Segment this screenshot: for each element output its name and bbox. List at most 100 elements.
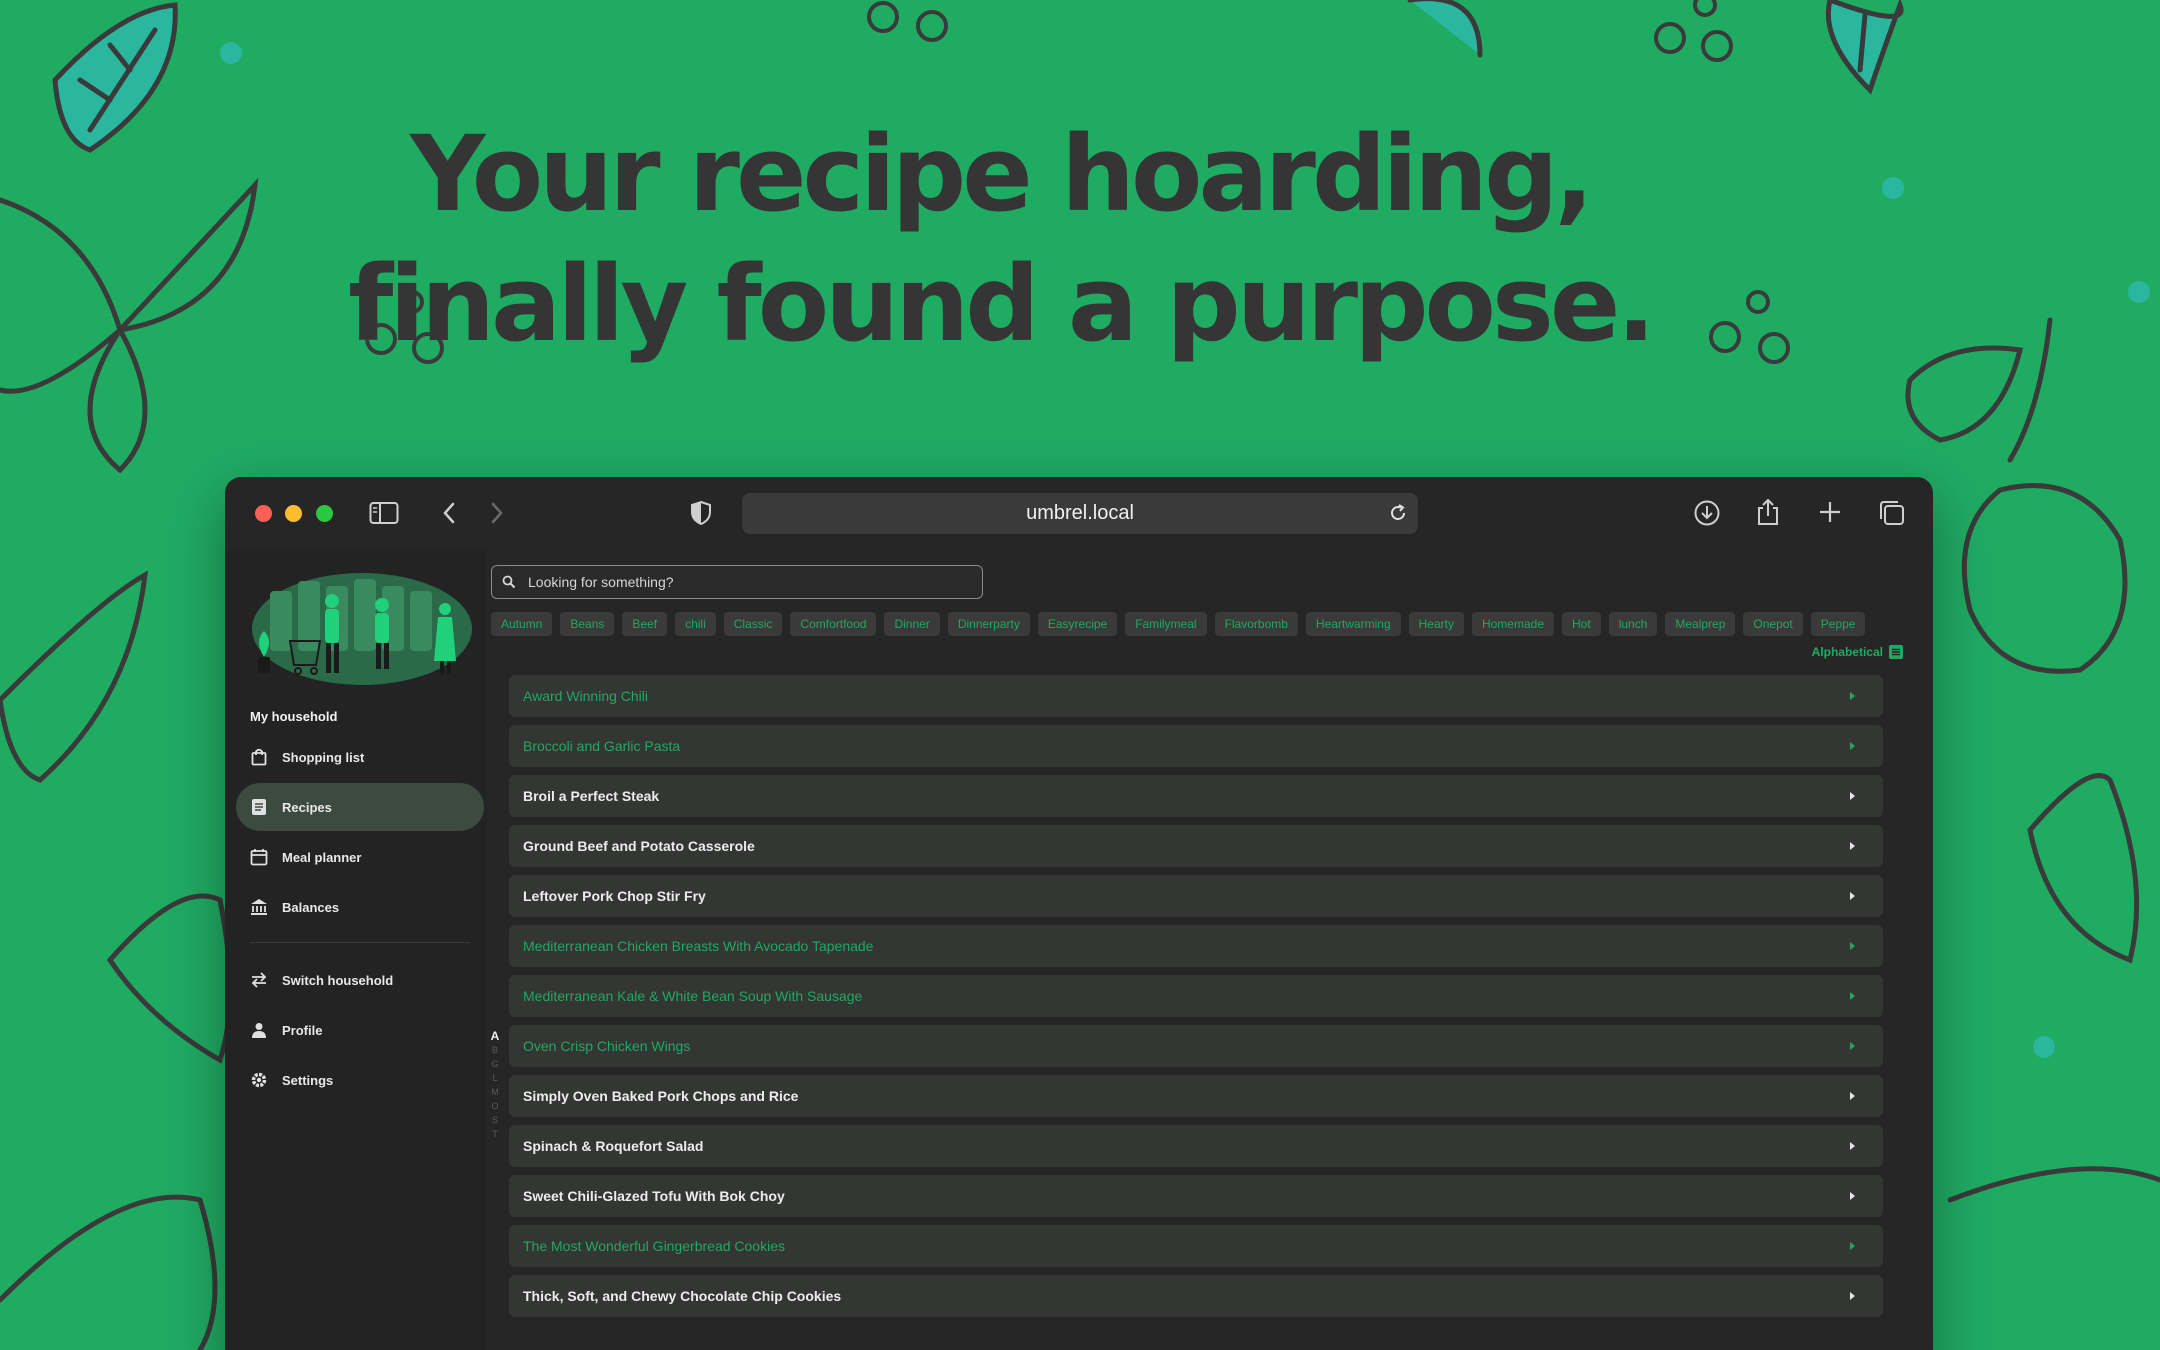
expand-caret-icon	[1850, 1192, 1855, 1200]
tag-chip[interactable]: Homemade	[1471, 612, 1554, 636]
calendar-icon	[250, 848, 268, 866]
expand-caret-icon	[1850, 1142, 1855, 1150]
sidebar-item-label: Settings	[282, 1072, 334, 1088]
recipe-list: Award Winning Chili Broccoli and Garlic …	[509, 675, 1883, 1325]
recipe-row[interactable]: Leftover Pork Chop Stir Fry	[509, 875, 1883, 917]
expand-caret-icon	[1850, 992, 1855, 1000]
alphabet-index: A B G L M O S T	[487, 1029, 503, 1141]
tag-chip[interactable]: Dinner	[884, 612, 940, 636]
shopping-bag-icon	[250, 748, 268, 766]
sort-toggle[interactable]: Alphabetical	[1812, 645, 1903, 659]
index-letter[interactable]: G	[491, 1057, 498, 1071]
recipe-search-box[interactable]	[491, 565, 983, 599]
sidebar-item-label: Shopping list	[282, 749, 365, 765]
forward-arrow-icon[interactable]	[489, 501, 505, 525]
recipe-title: Thick, Soft, and Chewy Chocolate Chip Co…	[523, 1288, 842, 1304]
index-letter[interactable]: T	[492, 1127, 498, 1141]
sidebar-toggle-icon[interactable]	[369, 501, 399, 525]
recipes-main-panel: Autumn Beans Beef chili Classic Comfortf…	[487, 549, 1933, 1350]
new-tab-plus-icon[interactable]	[1817, 499, 1843, 525]
tag-chip[interactable]: Dinnerparty	[947, 612, 1030, 636]
share-icon[interactable]	[1755, 497, 1781, 527]
index-letter[interactable]: B	[492, 1043, 498, 1057]
recipe-title: Mediterranean Chicken Breasts With Avoca…	[523, 938, 874, 954]
minimize-window-button[interactable]	[285, 505, 302, 522]
tag-chip[interactable]: Autumn	[491, 612, 553, 636]
sidebar-item-shopping-list[interactable]: Shopping list	[236, 733, 484, 781]
index-letter[interactable]: L	[492, 1071, 497, 1085]
app-sidebar: My household Shopping list Recipes Meal …	[225, 549, 487, 1350]
index-letter[interactable]: S	[492, 1113, 498, 1127]
recipe-title: Spinach & Roquefort Salad	[523, 1138, 704, 1154]
expand-caret-icon	[1850, 942, 1855, 950]
sidebar-item-balances[interactable]: Balances	[236, 883, 484, 931]
expand-caret-icon	[1850, 1242, 1855, 1250]
recipe-title: Leftover Pork Chop Stir Fry	[523, 888, 706, 904]
recipe-row[interactable]: Broccoli and Garlic Pasta	[509, 725, 1883, 767]
download-icon[interactable]	[1693, 499, 1721, 527]
expand-caret-icon	[1850, 842, 1855, 850]
tag-chip[interactable]: chili	[675, 612, 716, 636]
recipe-row[interactable]: Mediterranean Kale & White Bean Soup Wit…	[509, 975, 1883, 1017]
switch-arrows-icon	[250, 971, 268, 989]
index-letter[interactable]: O	[491, 1099, 498, 1113]
tag-chip[interactable]: Heartwarming	[1305, 612, 1401, 636]
sidebar-item-switch-household[interactable]: Switch household	[236, 956, 484, 1004]
sidebar-item-meal-planner[interactable]: Meal planner	[236, 833, 484, 881]
recipe-row[interactable]: Thick, Soft, and Chewy Chocolate Chip Co…	[509, 1275, 1883, 1317]
recipe-title: Simply Oven Baked Pork Chops and Rice	[523, 1088, 799, 1104]
headline-line-1: Your recipe hoarding,	[409, 113, 1594, 235]
sidebar-item-recipes[interactable]: Recipes	[236, 783, 484, 831]
sort-label: Alphabetical	[1811, 645, 1883, 659]
index-letter[interactable]: M	[491, 1085, 499, 1099]
recipe-row[interactable]: Mediterranean Chicken Breasts With Avoca…	[509, 925, 1883, 967]
recipe-row[interactable]: Oven Crisp Chicken Wings	[509, 1025, 1883, 1067]
recipe-title: Broccoli and Garlic Pasta	[523, 738, 681, 754]
search-input[interactable]	[528, 574, 948, 590]
address-bar[interactable]: umbrel.local	[742, 493, 1418, 534]
fullscreen-window-button[interactable]	[316, 505, 333, 522]
recipe-row[interactable]: Simply Oven Baked Pork Chops and Rice	[509, 1075, 1883, 1117]
recipe-book-icon	[250, 798, 268, 816]
sidebar-item-label: Recipes	[282, 799, 332, 815]
tag-chip[interactable]: Mealprep	[1665, 612, 1736, 636]
sidebar-item-label: Balances	[282, 899, 340, 915]
privacy-shield-icon[interactable]	[690, 500, 712, 526]
recipe-row[interactable]: Spinach & Roquefort Salad	[509, 1125, 1883, 1167]
recipe-title: The Most Wonderful Gingerbread Cookies	[523, 1238, 785, 1254]
back-arrow-icon[interactable]	[441, 501, 457, 525]
sidebar-divider	[250, 942, 470, 943]
recipe-title: Sweet Chili-Glazed Tofu With Bok Choy	[523, 1188, 785, 1204]
recipe-title: Oven Crisp Chicken Wings	[523, 1038, 691, 1054]
tag-chip[interactable]: Flavorbomb	[1214, 612, 1298, 636]
recipe-row[interactable]: Sweet Chili-Glazed Tofu With Bok Choy	[509, 1175, 1883, 1217]
person-icon	[250, 1021, 268, 1039]
recipe-row[interactable]: Ground Beef and Potato Casserole	[509, 825, 1883, 867]
reload-icon[interactable]	[1388, 503, 1408, 529]
recipe-title: Award Winning Chili	[523, 688, 649, 704]
browser-window: umbrel.local My household Shopping list …	[225, 477, 1933, 1350]
tag-chip[interactable]: Familymeal	[1125, 612, 1207, 636]
index-letter[interactable]: A	[491, 1029, 500, 1043]
tag-chip[interactable]: lunch	[1608, 612, 1658, 636]
tag-chip[interactable]: Peppe	[1810, 612, 1866, 636]
tag-chip[interactable]: Onepot	[1743, 612, 1803, 636]
recipe-row[interactable]: Broil a Perfect Steak	[509, 775, 1883, 817]
tag-chip[interactable]: Easyrecipe	[1037, 612, 1118, 636]
expand-caret-icon	[1850, 692, 1855, 700]
tag-chip[interactable]: Hot	[1562, 612, 1601, 636]
expand-caret-icon	[1850, 892, 1855, 900]
close-window-button[interactable]	[255, 505, 272, 522]
tag-chip[interactable]: Beans	[560, 612, 615, 636]
recipe-row[interactable]: The Most Wonderful Gingerbread Cookies	[509, 1225, 1883, 1267]
tag-chip[interactable]: Beef	[622, 612, 668, 636]
sidebar-item-profile[interactable]: Profile	[236, 1006, 484, 1054]
expand-caret-icon	[1850, 1092, 1855, 1100]
sidebar-item-settings[interactable]: Settings	[236, 1056, 484, 1104]
tag-chip[interactable]: Comfortfood	[790, 612, 877, 636]
tag-chip[interactable]: Classic	[723, 612, 783, 636]
tab-overview-icon[interactable]	[1878, 499, 1906, 527]
tag-filter-bar: Autumn Beans Beef chili Classic Comfortf…	[491, 612, 1933, 638]
recipe-row[interactable]: Award Winning Chili	[509, 675, 1883, 717]
tag-chip[interactable]: Hearty	[1408, 612, 1464, 636]
